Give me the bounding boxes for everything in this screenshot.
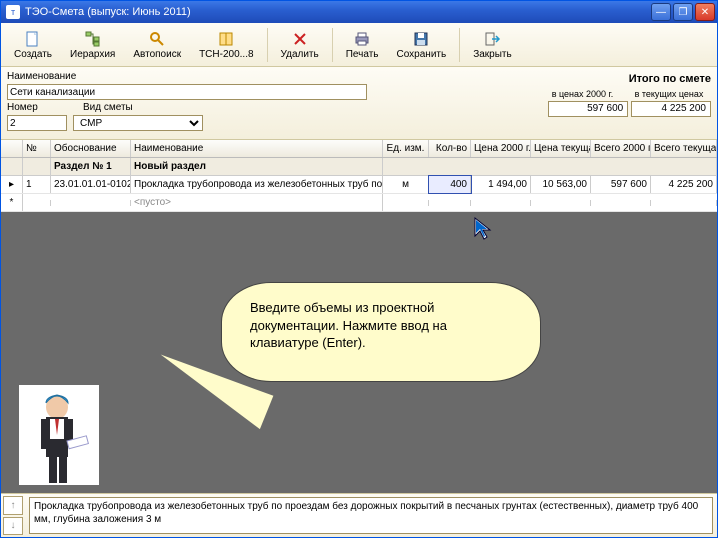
close-window-button[interactable]: ✕ xyxy=(695,3,715,21)
pricecur-label: в текущих ценах xyxy=(627,89,711,99)
num-label: Номер xyxy=(7,102,38,113)
name-label: Наименование xyxy=(7,71,76,82)
qty-cell[interactable]: 400 xyxy=(429,176,471,193)
create-button[interactable]: Создать xyxy=(5,27,61,63)
total-label: Итого по смете xyxy=(511,73,711,85)
toolbar-separator xyxy=(459,28,460,62)
titlebar[interactable]: т ТЭО-Смета (выпуск: Июнь 2011) — ❐ ✕ xyxy=(1,1,717,23)
scroll-up-button[interactable]: ↑ xyxy=(3,496,23,515)
grid-row[interactable]: ▸ 1 23.01.01.01-0102 Прокладка трубопров… xyxy=(1,176,717,194)
printer-icon xyxy=(353,30,371,48)
bottom-panel: ↑ ↓ Прокладка трубопровода из железобето… xyxy=(1,493,717,537)
tsn-button[interactable]: ТСН-200...8 xyxy=(190,27,262,63)
type-label: Вид сметы xyxy=(83,102,133,113)
toolbar: Создать Иерархия Автопоиск ТСН-200...8 У… xyxy=(1,23,717,67)
book-icon xyxy=(217,30,235,48)
form-area: Наименование Номер Вид сметы СМР Итого п… xyxy=(1,67,717,140)
grid-section-row[interactable]: Раздел № 1 Новый раздел xyxy=(1,158,717,176)
hierarchy-button[interactable]: Иерархия xyxy=(61,27,124,63)
delete-button[interactable]: Удалить xyxy=(272,27,328,63)
grid-row-empty[interactable]: * <пусто> xyxy=(1,194,717,212)
price2000-label: в ценах 2000 г. xyxy=(540,89,624,99)
app-window: т ТЭО-Смета (выпуск: Июнь 2011) — ❐ ✕ Со… xyxy=(0,0,718,538)
row-marker-icon: ▸ xyxy=(1,176,23,193)
callout-text: Введите объемы из проектной документации… xyxy=(221,282,541,382)
document-new-icon xyxy=(24,30,42,48)
exit-icon xyxy=(483,30,501,48)
type-select[interactable]: СМР xyxy=(73,115,203,131)
tree-icon xyxy=(84,30,102,48)
scroll-down-button[interactable]: ↓ xyxy=(3,517,23,536)
description-box: Прокладка трубопровода из железобетонных… xyxy=(29,497,713,534)
delete-icon xyxy=(291,30,309,48)
canvas-area: Введите объемы из проектной документации… xyxy=(1,212,717,493)
minimize-button[interactable]: — xyxy=(651,3,671,21)
total-current-value: 4 225 200 xyxy=(631,101,711,117)
toolbar-separator xyxy=(267,28,268,62)
maximize-button[interactable]: ❐ xyxy=(673,3,693,21)
window-title: ТЭО-Смета (выпуск: Июнь 2011) xyxy=(25,6,191,18)
grid-header: № Обоснование Наименование Ед. изм. Кол-… xyxy=(1,140,717,158)
autosearch-button[interactable]: Автопоиск xyxy=(124,27,190,63)
save-icon xyxy=(412,30,430,48)
cursor-icon xyxy=(473,216,495,242)
estimate-grid[interactable]: № Обоснование Наименование Ед. изм. Кол-… xyxy=(1,140,717,212)
num-field[interactable] xyxy=(7,115,67,131)
callout: Введите объемы из проектной документации… xyxy=(221,282,541,402)
save-button[interactable]: Сохранить xyxy=(388,27,456,63)
close-button[interactable]: Закрыть xyxy=(464,27,521,63)
app-icon: т xyxy=(6,5,20,19)
person-illustration xyxy=(19,385,99,485)
new-row-icon: * xyxy=(1,194,23,211)
search-icon xyxy=(148,30,166,48)
toolbar-separator xyxy=(332,28,333,62)
name-field[interactable] xyxy=(7,84,367,100)
print-button[interactable]: Печать xyxy=(337,27,388,63)
total-2000-value: 597 600 xyxy=(548,101,628,117)
